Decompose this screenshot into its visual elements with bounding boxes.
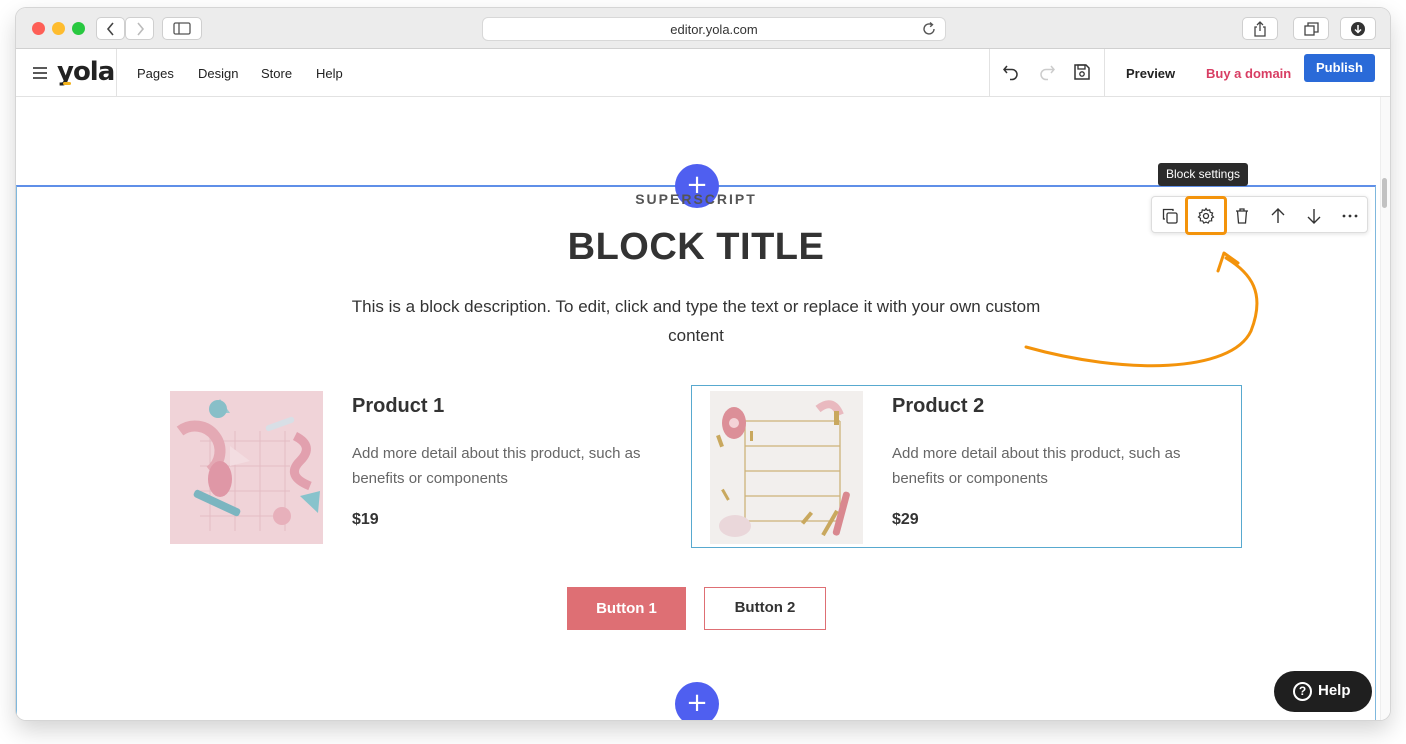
arrow-up-icon: [1271, 207, 1285, 223]
product-2-price[interactable]: $29: [892, 511, 919, 529]
minimize-window-button[interactable]: [52, 22, 65, 35]
browser-window: editor.yola.com yola Pages Design Store …: [16, 8, 1390, 720]
duplicate-icon: [1162, 208, 1178, 224]
hamburger-menu-icon[interactable]: [32, 66, 48, 80]
question-icon: ?: [1293, 682, 1312, 701]
zoom-window-button[interactable]: [72, 22, 85, 35]
share-button[interactable]: [1242, 17, 1278, 40]
duplicate-block-button[interactable]: [1152, 197, 1188, 234]
help-label: Help: [1318, 682, 1351, 699]
move-block-up-button[interactable]: [1260, 197, 1296, 234]
nav-design[interactable]: Design: [198, 66, 238, 81]
add-block-bottom-button[interactable]: +: [675, 682, 719, 720]
product-1-image[interactable]: [170, 391, 323, 544]
forward-button[interactable]: [125, 17, 154, 40]
delete-block-button[interactable]: [1224, 197, 1260, 234]
product-2-title[interactable]: Product 2: [892, 395, 984, 418]
button-1[interactable]: Button 1: [567, 587, 686, 630]
back-button[interactable]: [96, 17, 125, 40]
product-2-image[interactable]: [710, 391, 863, 544]
editor-topbar: yola Pages Design Store Help Preview Buy…: [16, 49, 1390, 97]
buy-domain-button[interactable]: Buy a domain: [1206, 66, 1291, 81]
chevron-right-icon: [136, 21, 144, 36]
block-title[interactable]: BLOCK TITLE: [396, 226, 996, 269]
divider: [1104, 49, 1105, 96]
more-icon: [1342, 214, 1358, 217]
share-icon: [1254, 20, 1266, 37]
product-2-description[interactable]: Add more detail about this product, such…: [892, 441, 1222, 491]
yola-logo[interactable]: yola: [57, 57, 115, 87]
block-superscript[interactable]: SUPERSCRIPT: [416, 191, 976, 207]
address-bar[interactable]: editor.yola.com: [482, 17, 946, 41]
redo-icon[interactable]: [1038, 63, 1056, 81]
chevron-left-icon: [106, 21, 114, 36]
publish-button[interactable]: Publish: [1304, 54, 1375, 82]
undo-icon[interactable]: [1002, 63, 1020, 81]
sidebar-toggle-button[interactable]: [162, 17, 202, 40]
settings-highlight-box: [1185, 196, 1227, 235]
downloads-button[interactable]: [1340, 17, 1376, 40]
divider: [116, 49, 117, 96]
annotation-arrow: [1024, 251, 1259, 368]
block-description[interactable]: This is a block description. To edit, cl…: [351, 292, 1041, 350]
product-1-title[interactable]: Product 1: [352, 395, 444, 418]
nav-store[interactable]: Store: [261, 66, 292, 81]
url-text: editor.yola.com: [670, 22, 758, 37]
product-1-description[interactable]: Add more detail about this product, such…: [352, 441, 682, 491]
tabs-button[interactable]: [1293, 17, 1329, 40]
gold-grid-image: [710, 391, 863, 544]
sidebar-icon: [173, 22, 191, 35]
browser-toolbar: editor.yola.com: [16, 8, 1390, 49]
scrollbar-thumb[interactable]: [1382, 178, 1387, 208]
nav-help[interactable]: Help: [316, 66, 343, 81]
trash-icon: [1236, 207, 1248, 224]
more-options-button[interactable]: [1332, 197, 1368, 234]
close-window-button[interactable]: [32, 22, 45, 35]
logo-accent: [63, 82, 71, 85]
block-toolbar: [1151, 196, 1368, 233]
button-2[interactable]: Button 2: [704, 587, 826, 630]
tabs-icon: [1303, 21, 1319, 36]
save-icon[interactable]: [1073, 63, 1091, 81]
download-icon: [1351, 21, 1365, 36]
help-button[interactable]: ? Help: [1274, 671, 1372, 712]
reload-icon[interactable]: [921, 21, 937, 37]
preview-button[interactable]: Preview: [1126, 66, 1175, 81]
abstract-shapes-image: [170, 391, 323, 544]
product-1-price[interactable]: $19: [352, 511, 379, 529]
block-settings-tooltip: Block settings: [1158, 163, 1249, 186]
arrow-down-icon: [1307, 208, 1321, 224]
move-block-down-button[interactable]: [1296, 197, 1332, 234]
divider: [989, 49, 990, 96]
nav-pages[interactable]: Pages: [137, 66, 174, 81]
